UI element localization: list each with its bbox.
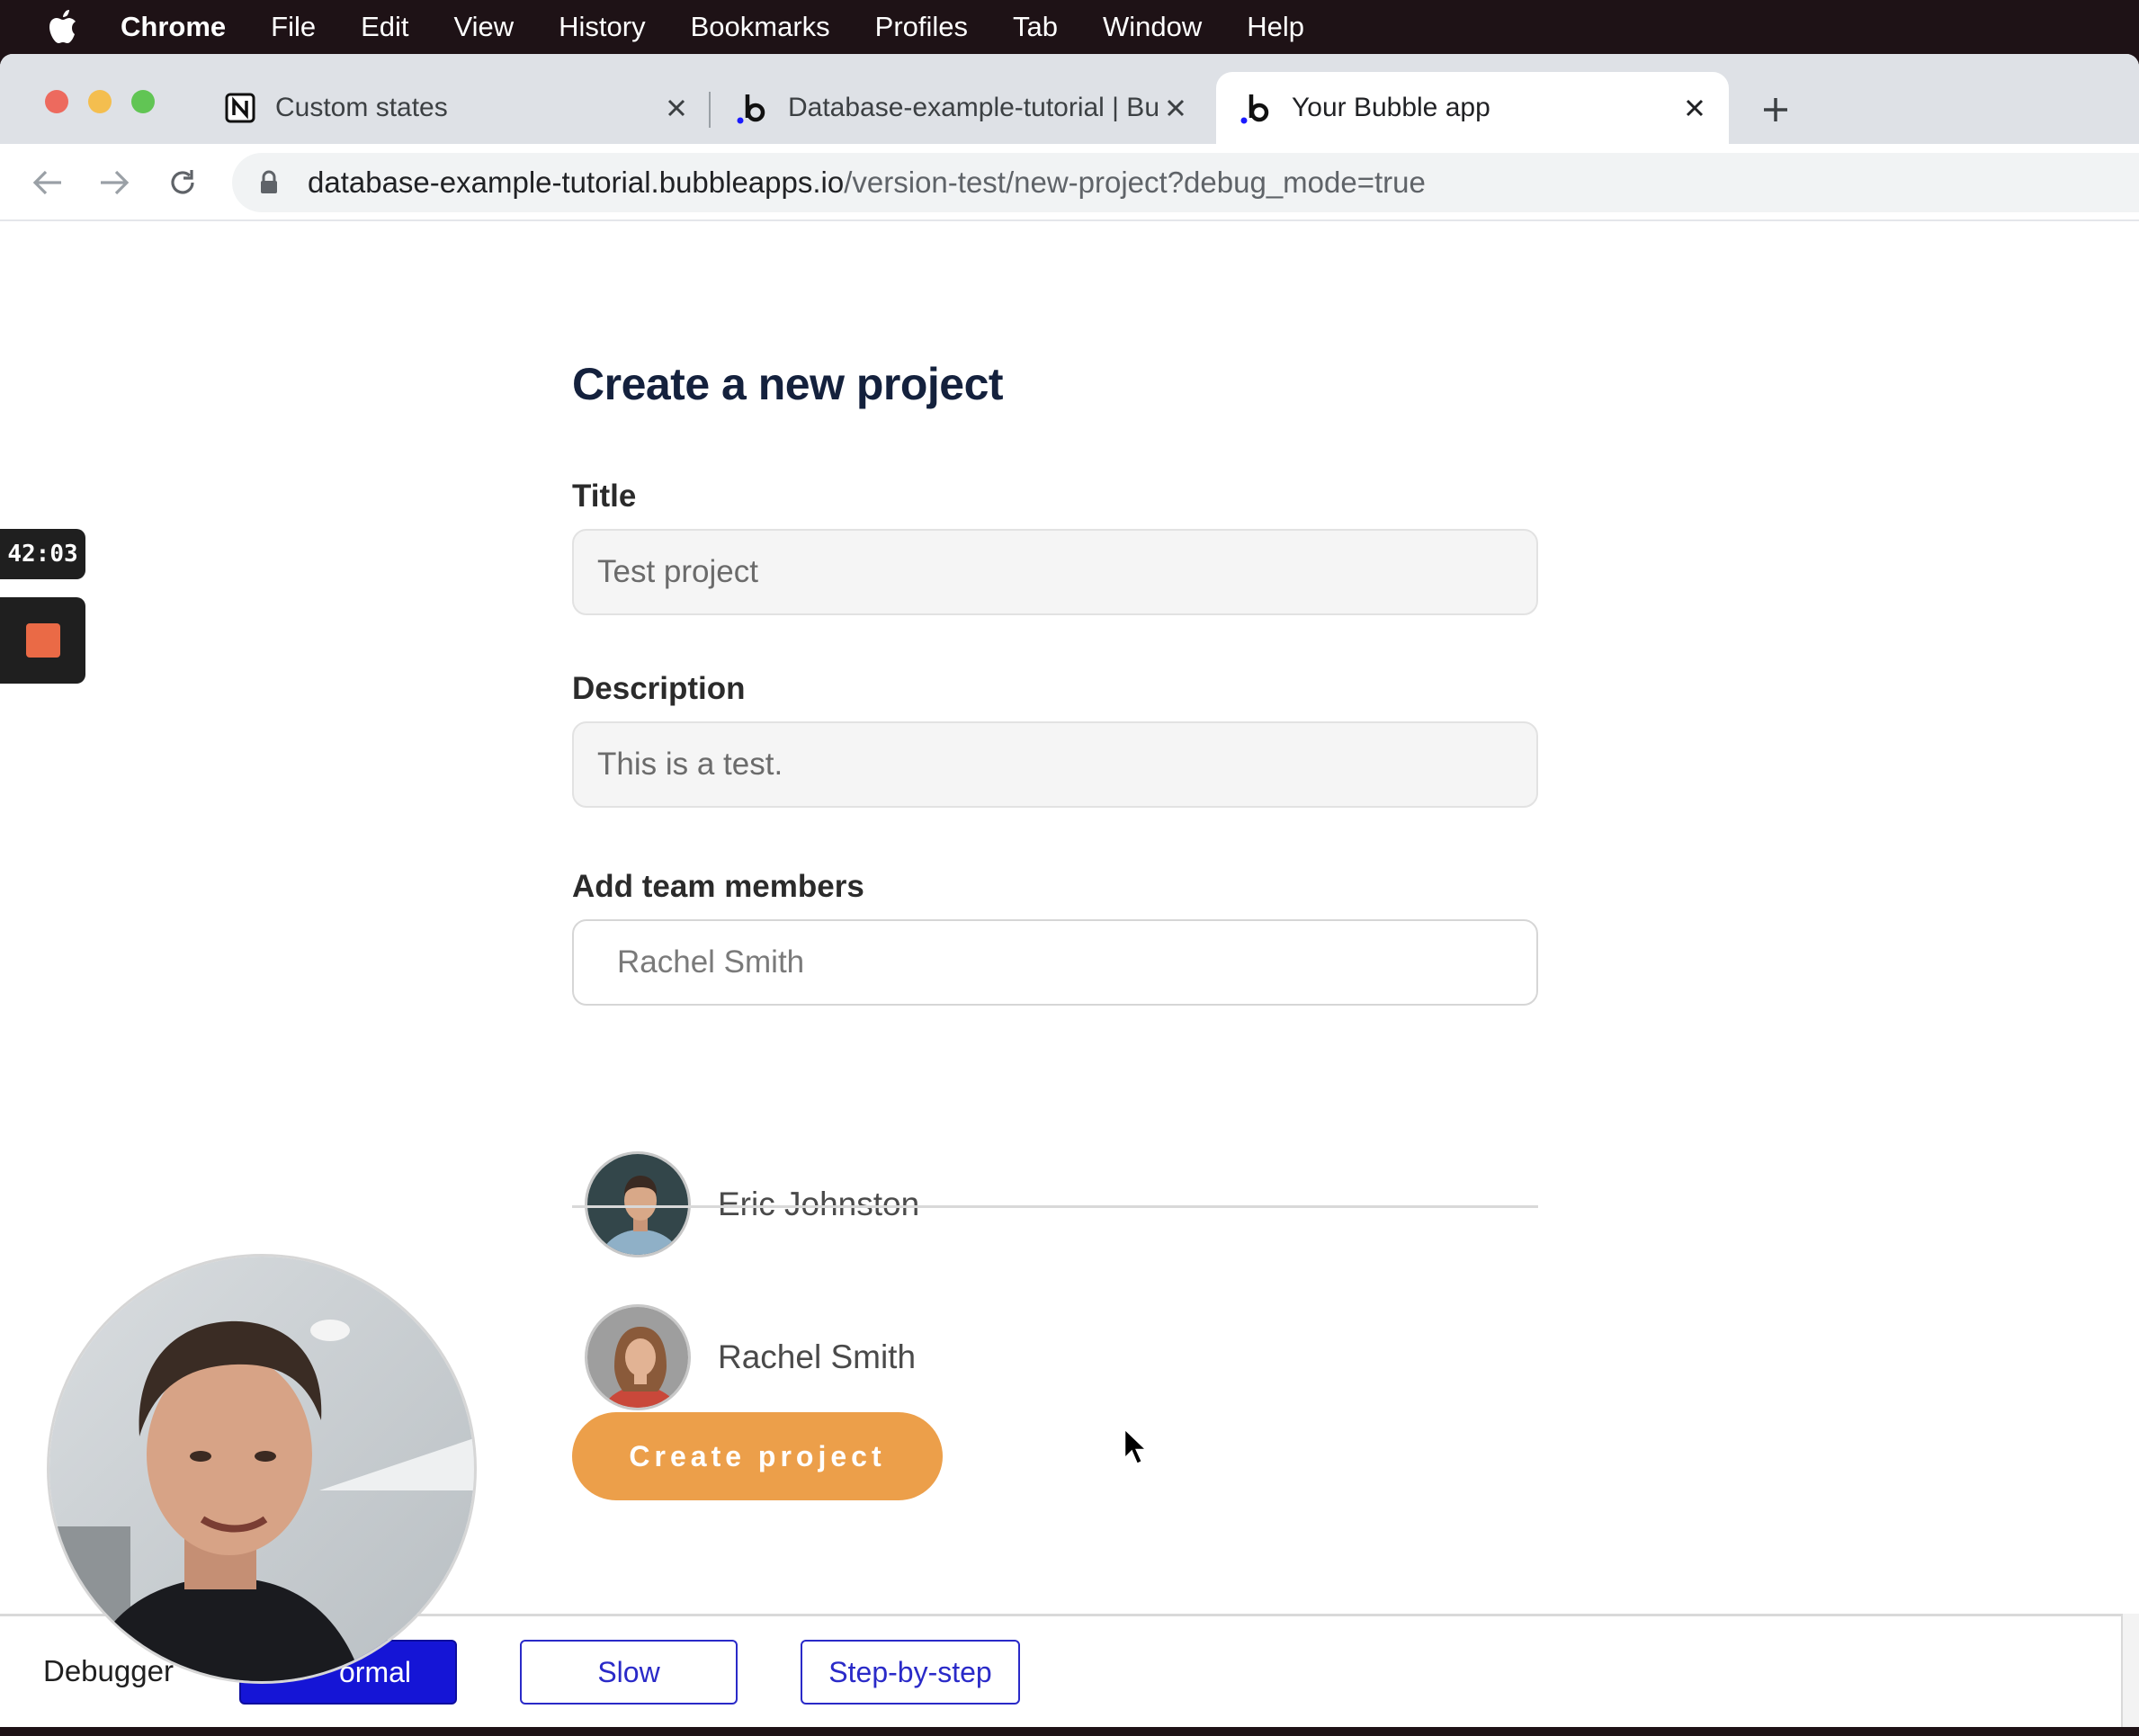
menu-file[interactable]: File bbox=[271, 11, 316, 43]
notion-icon bbox=[223, 91, 257, 125]
menu-help[interactable]: Help bbox=[1247, 11, 1304, 43]
stop-icon bbox=[25, 623, 60, 658]
team-member-search-input[interactable]: Rachel Smith bbox=[572, 919, 1538, 1006]
menu-tab[interactable]: Tab bbox=[1013, 11, 1058, 43]
debugger-edge bbox=[2121, 1614, 2139, 1727]
list-divider bbox=[572, 1205, 1538, 1208]
new-tab-plus-icon[interactable] bbox=[1754, 88, 1797, 131]
page-title: Create a new project bbox=[572, 359, 1004, 409]
browser-toolbar: database-example-tutorial.bubbleapps.io /… bbox=[0, 144, 2139, 221]
tab-strip: Custom states Database-example-tutorial … bbox=[0, 54, 2139, 144]
forward-arrow-icon[interactable] bbox=[94, 162, 135, 203]
close-icon[interactable] bbox=[1159, 92, 1192, 124]
fullscreen-window-button[interactable] bbox=[131, 90, 155, 113]
minimize-window-button[interactable] bbox=[88, 90, 112, 113]
team-members-label: Add team members bbox=[572, 869, 864, 904]
list-item[interactable]: Rachel Smith bbox=[572, 1281, 1538, 1434]
description-label: Description bbox=[572, 671, 746, 706]
menu-bookmarks[interactable]: Bookmarks bbox=[691, 11, 830, 43]
address-bar[interactable]: database-example-tutorial.bubbleapps.io /… bbox=[232, 153, 2139, 212]
debugger-step-by-step-button[interactable]: Step-by-step bbox=[801, 1640, 1020, 1705]
apple-icon[interactable] bbox=[47, 9, 79, 45]
avatar bbox=[585, 1151, 691, 1257]
tab-title: Database-example-tutorial | Bu bbox=[788, 93, 1159, 122]
title-label: Title bbox=[572, 479, 637, 514]
tab-your-bubble-app[interactable]: Your Bubble app bbox=[1216, 72, 1729, 144]
member-name: Rachel Smith bbox=[718, 1338, 917, 1375]
close-icon[interactable] bbox=[1678, 92, 1711, 124]
description-input[interactable]: This is a test. bbox=[572, 721, 1538, 808]
title-input[interactable]: Test project bbox=[572, 529, 1538, 615]
lock-icon[interactable] bbox=[255, 167, 282, 198]
stop-recording-button[interactable] bbox=[0, 597, 85, 684]
tab-title: Your Bubble app bbox=[1292, 93, 1490, 122]
bubble-icon bbox=[736, 91, 770, 125]
webcam-video bbox=[47, 1254, 477, 1684]
menu-window[interactable]: Window bbox=[1103, 11, 1202, 43]
reload-icon[interactable] bbox=[162, 162, 203, 203]
list-item[interactable]: Eric Johnston bbox=[572, 1128, 1538, 1281]
close-icon[interactable] bbox=[660, 92, 693, 124]
member-name: Eric Johnston bbox=[718, 1186, 920, 1222]
close-window-button[interactable] bbox=[45, 90, 68, 113]
debugger-slow-button[interactable]: Slow bbox=[520, 1640, 738, 1705]
avatar bbox=[585, 1304, 691, 1410]
menu-view[interactable]: View bbox=[454, 11, 515, 43]
create-project-button[interactable]: Create project bbox=[572, 1412, 943, 1500]
mouse-cursor-icon bbox=[1123, 1426, 1150, 1466]
recording-timer: 42:03 bbox=[0, 529, 85, 579]
menu-app-name[interactable]: Chrome bbox=[121, 11, 226, 43]
tab-database-example-tutorial[interactable]: Database-example-tutorial | Bu bbox=[720, 72, 1210, 144]
debugger-label: Debugger bbox=[43, 1654, 174, 1687]
menu-edit[interactable]: Edit bbox=[361, 11, 408, 43]
menu-history[interactable]: History bbox=[559, 11, 645, 43]
tab-separator bbox=[709, 92, 711, 128]
url-path: /version-test/new-project?debug_mode=tru… bbox=[844, 166, 1426, 199]
tab-custom-states[interactable]: Custom states bbox=[207, 72, 711, 144]
menu-profiles[interactable]: Profiles bbox=[875, 11, 968, 43]
tab-title: Custom states bbox=[275, 93, 448, 122]
macos-menu-bar: Chrome File Edit View History Bookmarks … bbox=[0, 0, 2139, 54]
bubble-icon bbox=[1240, 91, 1274, 125]
back-arrow-icon[interactable] bbox=[27, 162, 68, 203]
url-host: database-example-tutorial.bubbleapps.io bbox=[308, 166, 845, 199]
